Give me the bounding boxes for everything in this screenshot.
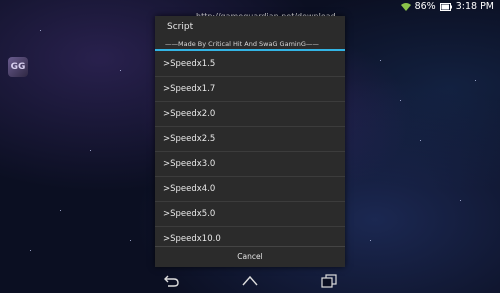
speed-options-list[interactable]: >Speedx1.5 >Speedx1.7 >Speedx2.0 >Speedx… [155, 52, 345, 246]
app-icon-label: GG [10, 62, 26, 72]
title-divider [155, 49, 345, 51]
list-item[interactable]: >Speedx1.5 [155, 52, 345, 77]
battery-percent: 86% [414, 1, 436, 12]
list-item[interactable]: >Speedx3.0 [155, 152, 345, 177]
back-icon[interactable] [162, 273, 180, 292]
script-dialog: Script ——Made By Critical Hit And SwaG G… [155, 16, 345, 267]
dialog-subtitle: ——Made By Critical Hit And SwaG GaminG—— [165, 40, 319, 48]
recents-icon[interactable] [320, 273, 338, 292]
wifi-icon [400, 2, 411, 11]
list-item[interactable]: >Speedx2.0 [155, 102, 345, 127]
dialog-title: Script [167, 22, 194, 32]
home-icon[interactable] [240, 273, 260, 292]
clock: 3:18 PM [455, 1, 494, 12]
cancel-button[interactable]: Cancel [155, 247, 345, 267]
list-item[interactable]: >Speedx4.0 [155, 177, 345, 202]
navigation-bar [0, 270, 500, 293]
list-item[interactable]: >Speedx10.0 [155, 227, 345, 246]
list-item[interactable]: >Speedx2.5 [155, 127, 345, 152]
gameguardian-app-icon[interactable]: GG [8, 57, 28, 77]
list-item[interactable]: >Speedx1.7 [155, 77, 345, 102]
list-item[interactable]: >Speedx5.0 [155, 202, 345, 227]
battery-icon [439, 2, 452, 11]
